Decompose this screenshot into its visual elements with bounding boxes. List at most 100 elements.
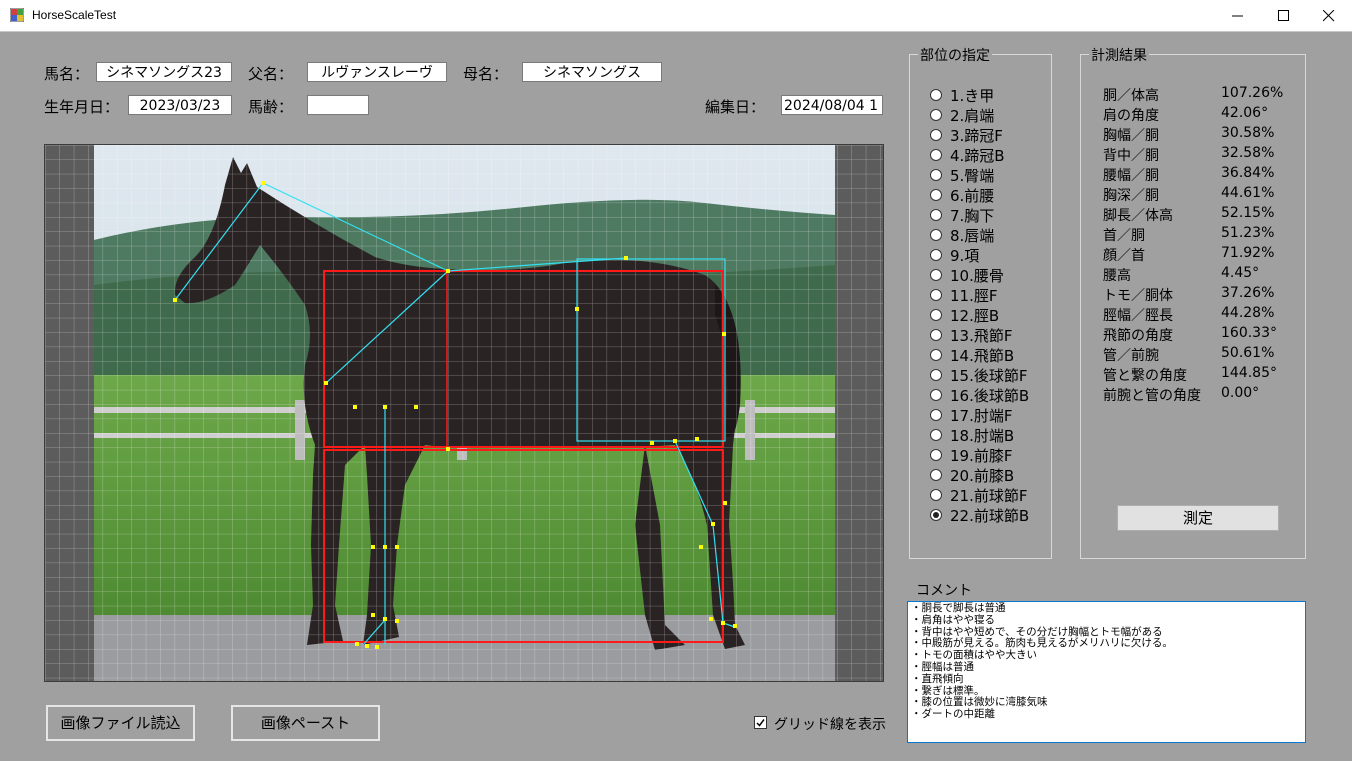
dam-field[interactable]: シネマソングス	[522, 62, 662, 82]
result-name: 首／胴	[1103, 228, 1145, 244]
result-value: 50.61%	[1221, 345, 1275, 361]
part-radio-label: 21.前球節F	[950, 486, 1028, 505]
part-radio-label: 11.脛F	[950, 286, 998, 305]
comment-line: ・脛幅は普通	[911, 660, 974, 673]
part-radio-19[interactable]: 19.前膝F	[930, 445, 1012, 465]
result-name: 胸深／胴	[1103, 188, 1159, 204]
part-radio-16[interactable]: 16.後球節B	[930, 385, 1029, 405]
part-radio-15[interactable]: 15.後球節F	[930, 365, 1027, 385]
result-value: 42.06°	[1221, 105, 1269, 121]
radio-button[interactable]	[930, 349, 942, 361]
age-label: 馬齢：	[248, 98, 294, 116]
radio-button[interactable]	[930, 429, 942, 441]
maximize-icon	[1278, 10, 1289, 21]
paste-image-button[interactable]: 画像ペースト	[231, 705, 380, 741]
part-radio-label: 9.項	[950, 246, 980, 265]
minimize-button[interactable]	[1215, 0, 1261, 31]
part-radio-17[interactable]: 17.肘端F	[930, 405, 1012, 425]
part-radio-label: 1.き甲	[950, 86, 995, 105]
part-radio-9[interactable]: 9.項	[930, 245, 979, 265]
result-value: 71.92%	[1221, 245, 1275, 261]
radio-button[interactable]	[930, 309, 942, 321]
part-radio-6[interactable]: 6.前腰	[930, 185, 994, 205]
radio-button[interactable]	[930, 509, 942, 521]
close-button[interactable]	[1306, 0, 1352, 31]
close-icon	[1323, 10, 1335, 22]
radio-button[interactable]	[930, 189, 942, 201]
result-value: 4.45°	[1221, 265, 1260, 281]
checkmark-icon	[756, 719, 765, 727]
part-radio-3[interactable]: 3.蹄冠F	[930, 125, 1003, 145]
part-radio-4[interactable]: 4.蹄冠B	[930, 145, 1005, 165]
part-radio-5[interactable]: 5.臀端	[930, 165, 994, 185]
part-radio-22[interactable]: 22.前球節B	[930, 505, 1029, 525]
result-name: 管と繋の角度	[1103, 368, 1187, 384]
result-name: 脚長／体高	[1103, 208, 1173, 224]
sire-field[interactable]: ルヴァンスレーヴ	[307, 62, 447, 82]
birthdate-label: 生年月日：	[44, 98, 120, 116]
part-radio-18[interactable]: 18.肘端B	[930, 425, 1014, 445]
part-radio-1[interactable]: 1.き甲	[930, 85, 994, 105]
part-radio-21[interactable]: 21.前球節F	[930, 485, 1027, 505]
radio-button[interactable]	[930, 409, 942, 421]
part-radio-label: 10.腰骨	[950, 266, 1004, 285]
part-radio-8[interactable]: 8.唇端	[930, 225, 994, 245]
radio-button[interactable]	[930, 89, 942, 101]
load-image-button[interactable]: 画像ファイル読込	[46, 705, 195, 741]
radio-button[interactable]	[930, 149, 942, 161]
comment-line: ・ダートの中距離	[911, 708, 995, 721]
radio-button[interactable]	[930, 269, 942, 281]
result-value: 36.84%	[1221, 165, 1275, 181]
radio-button[interactable]	[930, 369, 942, 381]
radio-button[interactable]	[930, 489, 942, 501]
result-value: 30.58%	[1221, 125, 1275, 141]
part-radio-2[interactable]: 2.肩端	[930, 105, 994, 125]
radio-button[interactable]	[930, 109, 942, 121]
part-radio-20[interactable]: 20.前膝B	[930, 465, 1014, 485]
part-radio-10[interactable]: 10.腰骨	[930, 265, 1004, 285]
parts-title: 部位の指定	[918, 45, 992, 65]
result-name: トモ／胴体	[1103, 288, 1173, 304]
part-radio-label: 4.蹄冠B	[950, 146, 1005, 165]
radio-button[interactable]	[930, 289, 942, 301]
result-name: 背中／胴	[1103, 148, 1159, 164]
part-radio-label: 18.肘端B	[950, 426, 1015, 445]
measure-button[interactable]: 測定	[1117, 505, 1279, 531]
radio-button[interactable]	[930, 329, 942, 341]
comment-label: コメント	[916, 583, 972, 599]
comment-lines: ・胴長で脚長は普通 ・肩角はやや寝る ・背中はやや短めで、その分だけ胸幅とトモ幅があ…	[911, 602, 1302, 721]
part-radio-13[interactable]: 13.飛節F	[930, 325, 1012, 345]
horse-image-canvas[interactable]	[44, 144, 884, 682]
edit-date-field[interactable]: 2024/08/04 1	[781, 95, 883, 115]
grid-checkbox[interactable]	[754, 716, 767, 729]
result-name: 腰高	[1103, 268, 1131, 284]
result-value: 144.85°	[1221, 365, 1277, 381]
result-value: 160.33°	[1221, 325, 1277, 341]
radio-button[interactable]	[930, 389, 942, 401]
title-bar: HorseScaleTest	[0, 0, 1352, 32]
horse-photo	[45, 145, 883, 681]
part-radio-label: 8.唇端	[950, 226, 995, 245]
grid-checkbox-label[interactable]: グリッド線を表示	[774, 714, 886, 734]
dam-label: 母名：	[463, 65, 509, 83]
radio-button[interactable]	[930, 249, 942, 261]
maximize-button[interactable]	[1261, 0, 1307, 31]
radio-button[interactable]	[930, 449, 942, 461]
comment-line: ・直飛傾向	[911, 672, 964, 685]
result-value: 51.23%	[1221, 225, 1275, 241]
birthdate-field[interactable]: 2023/03/23	[128, 95, 232, 115]
radio-button[interactable]	[930, 469, 942, 481]
radio-button[interactable]	[930, 169, 942, 181]
comment-textarea[interactable]: ・胴長で脚長は普通 ・肩角はやや寝る ・背中はやや短めで、その分だけ胸幅とトモ幅があ…	[907, 601, 1306, 743]
radio-button[interactable]	[930, 209, 942, 221]
part-radio-7[interactable]: 7.胸下	[930, 205, 994, 225]
part-radio-14[interactable]: 14.飛節B	[930, 345, 1014, 365]
radio-button[interactable]	[930, 229, 942, 241]
age-field[interactable]	[307, 95, 369, 115]
part-radio-label: 14.飛節B	[950, 346, 1015, 365]
horse-name-field[interactable]: シネマソングス23	[96, 62, 232, 82]
minimize-icon	[1232, 15, 1243, 17]
part-radio-12[interactable]: 12.脛B	[930, 305, 999, 325]
part-radio-11[interactable]: 11.脛F	[930, 285, 997, 305]
radio-button[interactable]	[930, 129, 942, 141]
